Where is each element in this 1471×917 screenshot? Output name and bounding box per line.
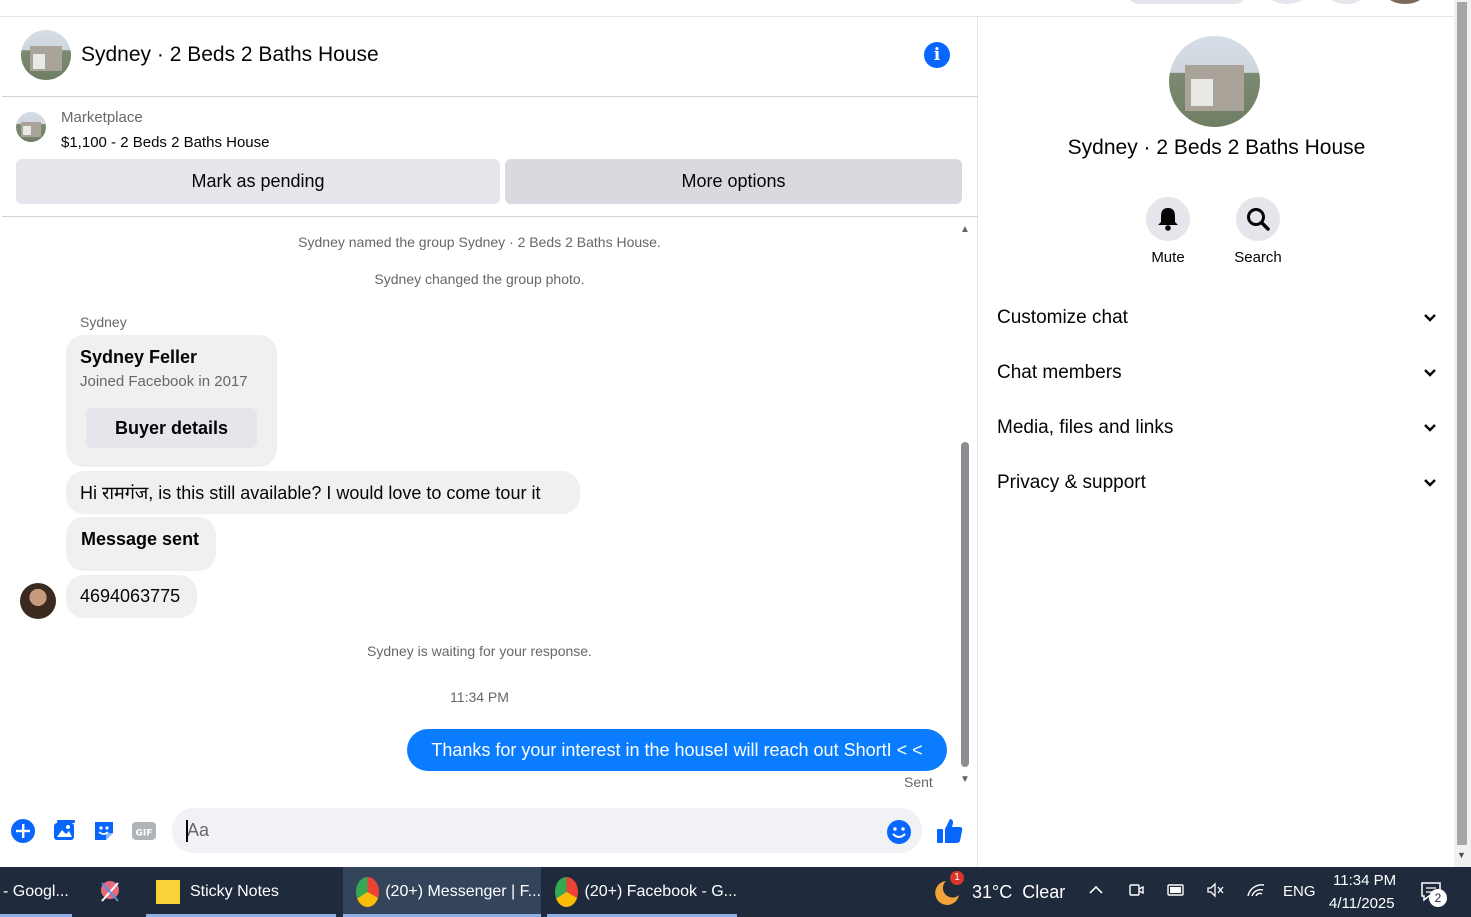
chat-header: Sydney · 2 Beds 2 Baths House i	[2, 17, 978, 97]
buyer-details-button[interactable]: Buyer details	[86, 408, 257, 448]
weather-text: 31°C Clear	[972, 881, 1066, 902]
gif-icon[interactable]: GIF	[131, 818, 157, 844]
buyer-name: Sydney Feller	[80, 347, 198, 367]
message-bubble[interactable]: 4694063775	[66, 575, 197, 618]
message-input[interactable]	[172, 808, 922, 853]
top-navigation-strip	[0, 0, 1454, 17]
chevron-up-icon[interactable]	[1087, 881, 1105, 904]
section-label: Privacy & support	[997, 472, 1146, 493]
message-composer: GIF	[2, 800, 978, 862]
top-search-pill[interactable]	[1127, 0, 1247, 4]
scroll-down-arrow-icon[interactable]: ▼	[1457, 850, 1466, 860]
mute-button[interactable]	[1146, 197, 1190, 241]
scroll-thumb[interactable]	[961, 442, 969, 767]
buyer-card: Sydney Feller Joined Facebook in 2017 Bu…	[66, 335, 277, 467]
chevron-down-icon	[1424, 424, 1436, 432]
taskbar-item-sticky-notes[interactable]: Sticky Notes	[146, 867, 336, 917]
scroll-down-arrow-icon[interactable]: ▼	[959, 775, 971, 785]
window-scrollbar[interactable]: ▼	[1454, 0, 1471, 867]
taskbar-item-label: (20+) Messenger | F...	[385, 883, 541, 900]
weather-moon-icon: 1	[932, 871, 964, 907]
search-label: Search	[1234, 249, 1282, 266]
top-profile-avatar[interactable]	[1385, 0, 1425, 4]
plus-circle-icon[interactable]	[10, 818, 36, 844]
taskbar-item-messenger[interactable]: (20+) Messenger | F...	[343, 867, 541, 917]
emoji-icon[interactable]	[886, 819, 912, 845]
message-timestamp: 11:34 PM	[450, 689, 509, 705]
window-scroll-thumb[interactable]	[1457, 2, 1467, 845]
group-photo[interactable]	[21, 30, 71, 80]
chevron-down-icon	[1424, 369, 1436, 377]
wifi-icon[interactable]	[1246, 881, 1266, 904]
listing-thumbnail[interactable]	[16, 112, 46, 142]
mark-as-pending-button[interactable]: Mark as pending	[16, 159, 500, 204]
message-bubble[interactable]: Hi रामगंज, is this still available? I wo…	[66, 471, 580, 514]
photo-icon[interactable]	[51, 818, 77, 844]
chat-details-panel: Sydney · 2 Beds 2 Baths House Mute Searc…	[979, 17, 1454, 867]
section-label: Customize chat	[997, 307, 1128, 328]
mute-label: Mute	[1151, 249, 1185, 266]
search-icon	[1247, 208, 1270, 231]
system-message-waiting: Sydney is waiting for your response.	[367, 643, 592, 659]
section-customize-chat[interactable]: Customize chat	[997, 296, 1437, 340]
taskbar-item-label: (20+) Facebook - G...	[584, 883, 737, 900]
chevron-down-icon	[1424, 314, 1436, 322]
weather-badge: 1	[950, 871, 964, 885]
search-button[interactable]	[1236, 197, 1280, 241]
notifications-icon[interactable]: 2	[1419, 879, 1447, 910]
section-label: Media, files and links	[997, 417, 1174, 438]
battery-icon[interactable]	[1166, 881, 1186, 904]
chat-panel: Sydney · 2 Beds 2 Baths House i Marketpl…	[2, 17, 978, 867]
chrome-icon	[555, 877, 579, 907]
thread-scrollbar[interactable]: ▲ ▼	[959, 225, 971, 785]
more-options-button[interactable]: More options	[505, 159, 962, 204]
thumbs-up-icon[interactable]	[935, 816, 965, 846]
section-chat-members[interactable]: Chat members	[997, 351, 1437, 395]
text-cursor	[186, 820, 188, 842]
sticker-icon[interactable]	[91, 818, 117, 844]
taskbar-item-facebook[interactable]: (20+) Facebook - G...	[547, 867, 737, 917]
svg-text:GIF: GIF	[136, 829, 153, 839]
group-photo-large[interactable]	[1169, 36, 1260, 127]
meet-now-icon[interactable]	[1127, 881, 1145, 904]
listing-label: Marketplace	[61, 109, 143, 126]
chat-title[interactable]: Sydney · 2 Beds 2 Baths House	[81, 43, 379, 67]
notification-count-badge: 2	[1429, 889, 1447, 907]
taskbar-item-label: Sticky Notes	[190, 883, 279, 900]
details-title: Sydney · 2 Beds 2 Baths House	[1067, 136, 1366, 159]
bell-icon	[1158, 208, 1178, 231]
clock-time[interactable]: 11:34 PM	[1333, 872, 1396, 889]
section-media-files-links[interactable]: Media, files and links	[997, 406, 1437, 450]
chevron-down-icon	[1424, 479, 1436, 487]
message-status: Sent	[904, 774, 933, 790]
system-message-changed-photo: Sydney changed the group photo.	[374, 271, 585, 287]
windows-taskbar: - Googl... Sticky Notes (20+) Messenger …	[0, 867, 1471, 917]
scroll-up-arrow-icon[interactable]: ▲	[959, 225, 971, 235]
sticky-notes-icon	[156, 880, 180, 904]
buyer-joined-info: Joined Facebook in 2017	[80, 373, 248, 390]
top-messenger-button[interactable]	[1326, 0, 1366, 4]
avatar[interactable]	[20, 583, 56, 619]
sender-name: Sydney	[80, 314, 127, 330]
message-thread: Sydney named the group Sydney · 2 Beds 2…	[2, 218, 978, 798]
top-menu-button[interactable]	[1267, 0, 1307, 4]
snipping-tool-icon[interactable]	[90, 867, 130, 917]
info-icon[interactable]: i	[924, 42, 950, 68]
input-language[interactable]: ENG	[1283, 883, 1316, 900]
system-message-named-group: Sydney named the group Sydney · 2 Beds 2…	[298, 234, 661, 250]
message-bubble[interactable]: Message sent	[66, 517, 216, 571]
clock-date[interactable]: 4/11/2025	[1329, 895, 1395, 912]
section-privacy-support[interactable]: Privacy & support	[997, 461, 1437, 505]
chrome-icon	[356, 877, 380, 907]
marketplace-listing: Marketplace $1,100 - 2 Beds 2 Baths Hous…	[2, 97, 978, 217]
section-label: Chat members	[997, 362, 1122, 383]
weather-widget[interactable]: 1 31°C Clear	[932, 867, 1072, 917]
taskbar-item-google[interactable]: - Googl...	[0, 867, 72, 917]
outgoing-message-bubble[interactable]: Thanks for your interest in the houseI w…	[407, 729, 947, 771]
listing-price-title[interactable]: $1,100 - 2 Beds 2 Baths House	[61, 134, 269, 151]
volume-muted-icon[interactable]	[1206, 881, 1226, 904]
